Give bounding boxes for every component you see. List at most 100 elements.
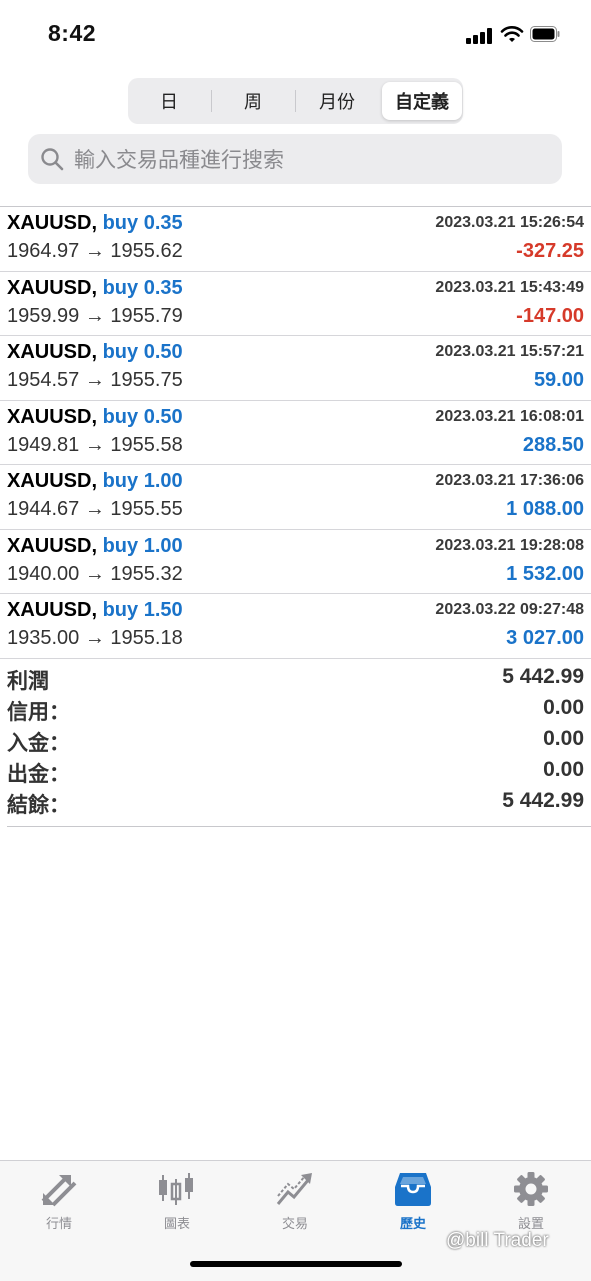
gear-icon: [514, 1172, 548, 1206]
deal-profit: -147.00: [516, 304, 584, 327]
deal-side: buy 1.00: [102, 470, 183, 492]
open-price: 1949.81: [7, 433, 80, 456]
deal-datetime: 2023.03.21 15:57:21: [435, 343, 584, 360]
history-tray-icon: [395, 1173, 431, 1206]
open-price: 1935.00: [7, 627, 80, 649]
summary-balance-label: 結餘：: [7, 793, 70, 817]
deal-symbol: XAUUSD,: [7, 405, 98, 428]
summary-profit-label: 利潤: [7, 669, 49, 693]
deal-row[interactable]: XAUUSD, buy 0.35 2023.03.21 15:26:54 196…: [0, 207, 591, 272]
summary-deposit-value: 0.00: [543, 727, 584, 750]
price-arrow: →: [84, 433, 105, 456]
summary-credit-label: 信用：: [7, 700, 70, 724]
open-price: 1944.67: [7, 498, 80, 520]
tab-quotes[interactable]: 行情: [0, 1171, 118, 1241]
status-time: 8:42: [48, 20, 97, 46]
deal-symbol: XAUUSD,: [7, 212, 98, 234]
deal-row[interactable]: XAUUSD, buy 1.00 2023.03.21 17:36:06 194…: [0, 465, 591, 530]
segment-week[interactable]: 周: [213, 82, 293, 120]
deal-profit: 1 532.00: [506, 562, 584, 585]
deal-symbol: XAUUSD,: [7, 470, 98, 492]
search-icon: [41, 148, 64, 171]
deal-side: buy 0.35: [102, 276, 183, 299]
summary-balance-row: 結餘： 5 442.99: [0, 788, 591, 819]
cellular-signal-icon: [466, 28, 494, 44]
deal-row[interactable]: XAUUSD, buy 0.50 2023.03.21 15:57:21 195…: [0, 336, 591, 401]
segment-day[interactable]: 日: [129, 82, 209, 120]
tab-trade-label: 交易: [281, 1217, 308, 1232]
deal-datetime: 2023.03.21 17:36:06: [435, 472, 584, 489]
deal-profit: -327.25: [516, 240, 584, 262]
price-arrow: →: [84, 562, 105, 585]
open-price: 1964.97: [7, 240, 80, 262]
close-price: 1955.58: [110, 433, 183, 456]
deal-row[interactable]: XAUUSD, buy 0.50 2023.03.21 16:08:01 194…: [0, 401, 591, 465]
summary-credit-row: 信用： 0.00: [0, 695, 591, 726]
watermark: @bill Trader: [446, 1230, 549, 1251]
deal-symbol: XAUUSD,: [7, 599, 98, 621]
deal-side: buy 1.00: [102, 534, 183, 557]
price-arrow: →: [84, 304, 105, 327]
search-bar: [28, 134, 562, 186]
price-arrow: →: [84, 627, 105, 649]
summary-deposit-row: 入金： 0.00: [0, 726, 591, 757]
deal-side: buy 0.50: [102, 341, 183, 363]
deal-datetime: 2023.03.21 16:08:01: [435, 407, 584, 425]
tab-charts[interactable]: 圖表: [118, 1171, 236, 1241]
close-price: 1955.62: [110, 240, 183, 262]
deal-profit: 288.50: [522, 433, 584, 456]
tab-charts-label: 圖表: [163, 1217, 190, 1232]
trade-trend-icon: [276, 1173, 312, 1205]
open-price: 1940.00: [7, 562, 80, 585]
close-price: 1955.79: [110, 304, 183, 327]
summary-credit-value: 0.00: [543, 696, 584, 719]
tab-quotes-label: 行情: [45, 1217, 72, 1232]
deal-side: buy 0.35: [102, 212, 183, 234]
search-input[interactable]: [72, 134, 546, 186]
close-price: 1955.55: [110, 498, 183, 520]
close-price: 1955.75: [110, 369, 183, 391]
summary-withdrawal-row: 出金： 0.00: [0, 757, 591, 788]
deal-symbol: XAUUSD,: [7, 341, 98, 363]
candlestick-chart-icon: [159, 1173, 193, 1205]
tab-trade[interactable]: 交易: [236, 1171, 354, 1241]
status-bar: 8:42: [0, 0, 591, 70]
period-segmented-control: 日 周 月份 自定義: [128, 78, 463, 124]
deal-datetime: 2023.03.21 15:26:54: [435, 214, 584, 231]
summary-profit-row: 利潤 5 442.99: [0, 664, 591, 695]
segment-custom[interactable]: 自定義: [382, 82, 462, 120]
summary-deposit-label: 入金：: [7, 731, 70, 755]
deal-symbol: XAUUSD,: [7, 534, 98, 557]
segment-divider: [295, 90, 296, 112]
deal-datetime: 2023.03.21 15:43:49: [435, 278, 584, 296]
deal-profit: 3 027.00: [506, 627, 584, 649]
summary-profit-value: 5 442.99: [502, 665, 584, 688]
wifi-icon: [500, 26, 524, 42]
deal-row[interactable]: XAUUSD, buy 0.35 2023.03.21 15:43:49 195…: [0, 272, 591, 336]
battery-icon: [530, 26, 560, 42]
quotes-arrows-icon: [41, 1175, 77, 1207]
history-summary: 利潤 5 442.99 信用： 0.00 入金： 0.00 出金： 0.00 結…: [0, 664, 591, 819]
deal-row[interactable]: XAUUSD, buy 1.00 2023.03.21 19:28:08 194…: [0, 530, 591, 594]
deal-profit: 59.00: [533, 369, 584, 391]
close-price: 1955.18: [110, 627, 183, 649]
deal-datetime: 2023.03.22 09:27:48: [435, 601, 584, 618]
price-arrow: →: [84, 498, 105, 520]
deal-side: buy 1.50: [102, 599, 183, 621]
summary-withdrawal-label: 出金：: [7, 762, 70, 786]
summary-withdrawal-value: 0.00: [543, 758, 584, 781]
deal-side: buy 0.50: [102, 405, 183, 428]
summary-divider: [7, 826, 591, 827]
summary-balance-value: 5 442.99: [502, 789, 584, 812]
open-price: 1959.99: [7, 304, 80, 327]
deal-symbol: XAUUSD,: [7, 276, 98, 299]
deal-row[interactable]: XAUUSD, buy 1.50 2023.03.22 09:27:48 193…: [0, 594, 591, 659]
deal-datetime: 2023.03.21 19:28:08: [435, 536, 584, 554]
price-arrow: →: [84, 369, 105, 391]
segment-month[interactable]: 月份: [297, 82, 377, 120]
segment-divider: [211, 90, 212, 112]
deals-list: XAUUSD, buy 0.35 2023.03.21 15:26:54 196…: [0, 207, 591, 659]
price-arrow: →: [84, 240, 105, 262]
home-indicator[interactable]: [190, 1261, 402, 1267]
close-price: 1955.32: [110, 562, 183, 585]
